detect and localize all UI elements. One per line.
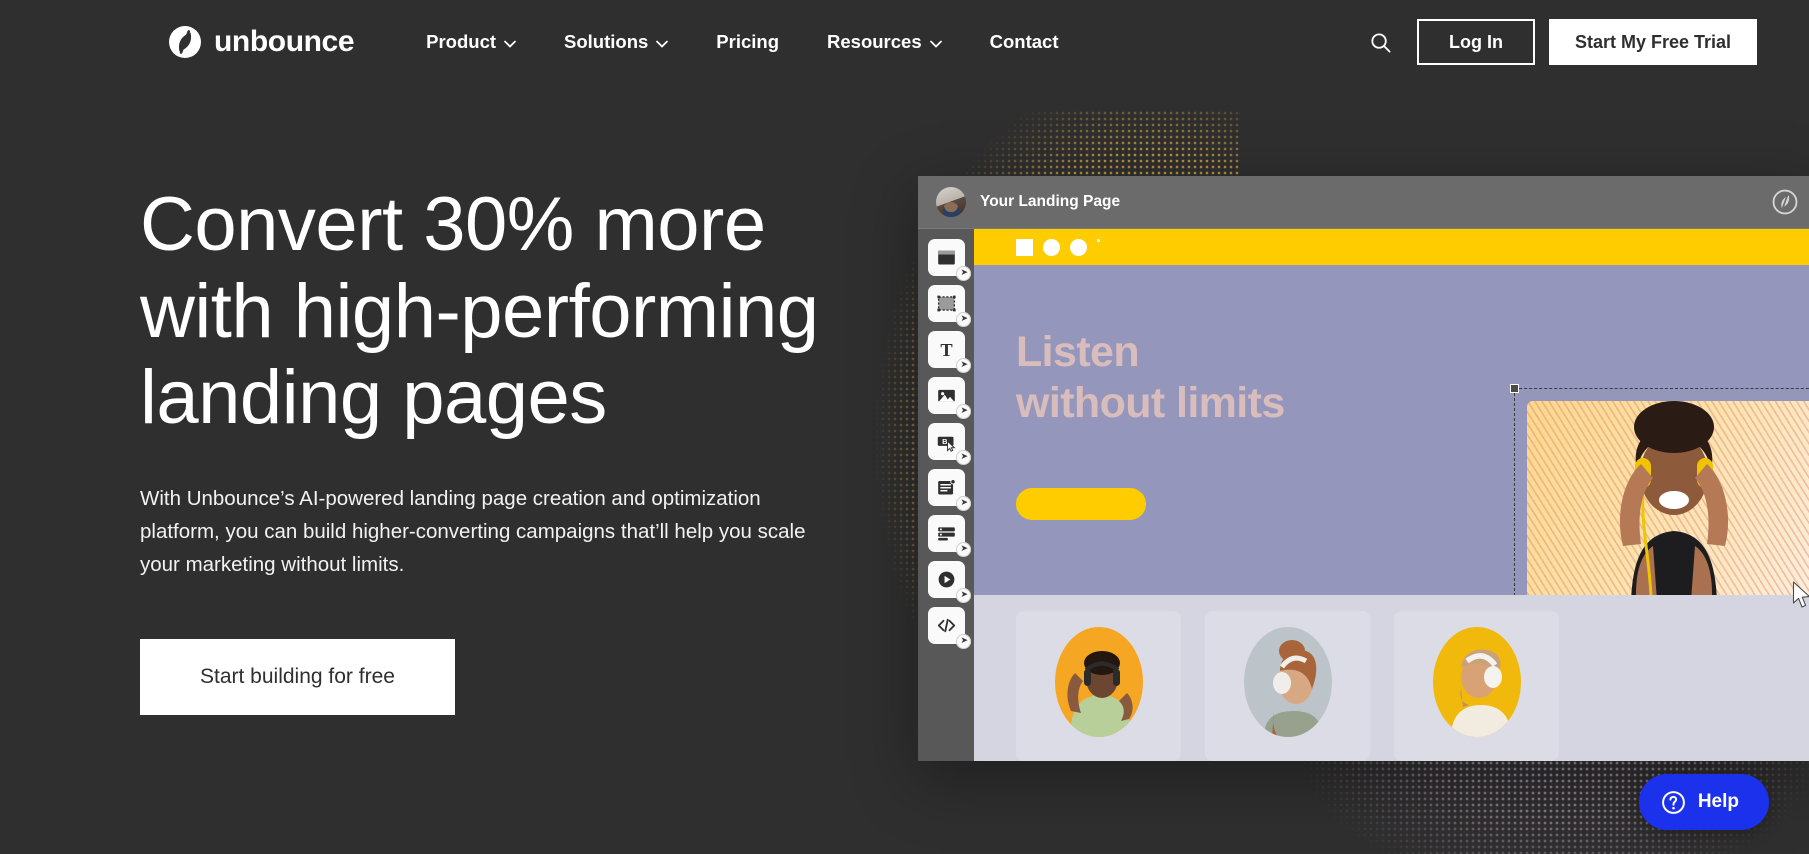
builder-canvas[interactable]: Listen without limits bbox=[974, 229, 1809, 761]
canvas-heading-line1: Listen bbox=[1016, 328, 1140, 376]
canvas-cards-row bbox=[974, 595, 1809, 761]
logo-wordmark: unbounce bbox=[214, 25, 355, 58]
dashed-box-icon bbox=[936, 295, 956, 312]
list-icon bbox=[937, 527, 955, 541]
canvas-heading[interactable]: Listen without limits bbox=[1016, 327, 1285, 428]
builder-toolbar: ➤ ➤ T ➤ ➤ B ➤ ➤ ➤ ➤ ➤ bbox=[918, 229, 974, 761]
shape-circle-icon bbox=[1070, 238, 1087, 256]
nav-label: Product bbox=[426, 31, 497, 52]
site-header: unbounce Product Solutions Pricing Resou… bbox=[0, 0, 1809, 84]
code-tool[interactable]: ➤ bbox=[927, 607, 971, 649]
chevron-down-icon bbox=[929, 40, 942, 48]
tool-drag-arrow-icon: ➤ bbox=[960, 589, 968, 599]
start-building-for-free-button[interactable]: Start building for free bbox=[140, 639, 455, 716]
woman-profile-headphones-photo bbox=[1263, 640, 1322, 737]
tool-drag-arrow-icon: ➤ bbox=[960, 267, 968, 277]
chevron-down-icon bbox=[656, 40, 669, 48]
nav-item-resources[interactable]: Resources bbox=[803, 21, 966, 63]
canvas-cta-button[interactable] bbox=[1016, 488, 1146, 520]
play-circle-icon bbox=[938, 571, 954, 588]
shape-square-icon bbox=[1016, 238, 1033, 256]
search-button[interactable] bbox=[1359, 20, 1403, 64]
woman-with-headphones-photo bbox=[1619, 401, 1729, 628]
unbounce-circle-slash-logo-icon bbox=[1772, 189, 1798, 215]
dancing-woman-photo bbox=[1067, 651, 1133, 737]
canvas-topbar bbox=[974, 229, 1809, 265]
nav-item-solutions[interactable]: Solutions bbox=[540, 21, 692, 63]
form-icon bbox=[937, 479, 956, 495]
image-mountain-icon bbox=[937, 389, 955, 402]
section-tool[interactable]: ➤ bbox=[927, 239, 971, 281]
resize-handle-top-left[interactable] bbox=[1510, 384, 1519, 393]
nav-label: Resources bbox=[827, 31, 922, 52]
nav-label: Pricing bbox=[716, 31, 780, 52]
text-t-icon: T bbox=[940, 340, 952, 360]
builder-page-title: Your Landing Page bbox=[980, 193, 1121, 210]
tool-drag-arrow-icon: ➤ bbox=[960, 543, 968, 553]
box-tool[interactable]: ➤ bbox=[927, 285, 971, 327]
video-tool[interactable]: ➤ bbox=[927, 561, 971, 603]
help-widget-label: Help bbox=[1697, 791, 1739, 812]
form-tool[interactable]: ➤ bbox=[927, 469, 971, 511]
canvas-heading-line2: without limits bbox=[1016, 378, 1285, 427]
hero-headline: Convert 30% more with high-performing la… bbox=[140, 182, 819, 441]
builder-body: ➤ ➤ T ➤ ➤ B ➤ ➤ ➤ ➤ ➤ Listen without lim… bbox=[918, 229, 1809, 761]
section-icon bbox=[937, 250, 955, 265]
tool-drag-arrow-icon: ➤ bbox=[960, 313, 968, 323]
shape-circle-icon bbox=[1043, 238, 1060, 256]
tool-drag-arrow-icon: ➤ bbox=[960, 451, 968, 461]
canvas-hero-section: Listen without limits bbox=[974, 265, 1809, 645]
button-tool[interactable]: B ➤ bbox=[927, 423, 971, 465]
portrait-card-3[interactable] bbox=[1394, 611, 1559, 761]
start-free-trial-button[interactable]: Start My Free Trial bbox=[1548, 19, 1757, 65]
question-circle-icon bbox=[1661, 790, 1685, 814]
portrait-card-2[interactable] bbox=[1205, 611, 1370, 761]
svg-text:T: T bbox=[940, 340, 952, 360]
portrait-card-1[interactable] bbox=[1016, 611, 1181, 761]
man-profile-headphones-photo bbox=[1450, 649, 1511, 737]
hero-content: Convert 30% more with high-performing la… bbox=[140, 182, 880, 716]
code-brackets-icon bbox=[937, 618, 955, 633]
text-tool[interactable]: T ➤ bbox=[927, 331, 971, 373]
list-tool[interactable]: ➤ bbox=[927, 515, 971, 557]
mouse-cursor-icon bbox=[1792, 581, 1809, 608]
nav-item-contact[interactable]: Contact bbox=[966, 21, 1083, 63]
portrait-avatar-2 bbox=[1243, 627, 1332, 737]
portrait-avatar-1 bbox=[1054, 627, 1143, 737]
help-widget-button[interactable]: Help bbox=[1638, 774, 1769, 830]
builder-topbar: Your Landing Page bbox=[918, 176, 1809, 229]
canvas-hero-image bbox=[1527, 401, 1809, 628]
tool-drag-arrow-icon: ➤ bbox=[960, 497, 968, 507]
login-button[interactable]: Log In bbox=[1416, 19, 1535, 65]
header-actions: Log In Start My Free Trial bbox=[1359, 19, 1757, 65]
nav-label: Contact bbox=[989, 31, 1059, 52]
shape-dot-icon bbox=[1097, 239, 1100, 242]
tool-drag-arrow-icon: ➤ bbox=[960, 359, 968, 369]
site-logo[interactable]: unbounce bbox=[168, 25, 355, 59]
landing-page-builder-mockup: Your Landing Page ➤ ➤ T ➤ ➤ B ➤ ➤ ➤ ➤ ➤ … bbox=[918, 176, 1809, 761]
search-icon bbox=[1371, 32, 1391, 53]
unbounce-circle-slash-logo-icon bbox=[169, 26, 201, 58]
nav-label: Solutions bbox=[564, 31, 649, 52]
tool-drag-arrow-icon: ➤ bbox=[960, 405, 968, 415]
nav-item-pricing[interactable]: Pricing bbox=[692, 21, 803, 63]
button-cursor-icon: B bbox=[937, 436, 955, 452]
image-tool[interactable]: ➤ bbox=[927, 377, 971, 419]
user-avatar bbox=[936, 187, 966, 217]
portrait-avatar-3 bbox=[1432, 627, 1521, 737]
hero-subcopy: With Unbounce’s AI-powered landing page … bbox=[140, 486, 806, 577]
tool-drag-arrow-icon: ➤ bbox=[960, 635, 968, 645]
primary-navigation: Product Solutions Pricing Resources Cont… bbox=[402, 21, 1082, 63]
chevron-down-icon bbox=[504, 40, 516, 48]
nav-item-product[interactable]: Product bbox=[402, 21, 540, 63]
